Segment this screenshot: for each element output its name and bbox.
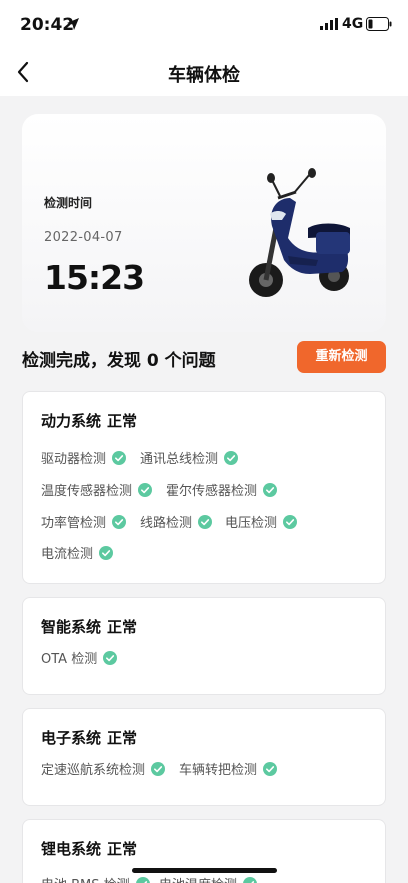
status-bar: 20:42 4G bbox=[0, 0, 408, 50]
system-card-power: 动力系统 正常 驱动器检测 通讯总线检测 温度传感器检测 霍尔传感器检测 功率管检… bbox=[22, 391, 386, 584]
system-status: 正常 bbox=[107, 729, 138, 747]
check-circle-icon bbox=[103, 650, 118, 665]
check-item: 电压检测 bbox=[225, 512, 298, 531]
check-item: 定速巡航系统检测 bbox=[41, 759, 166, 778]
system-title: 动力系统 正常 bbox=[41, 410, 137, 431]
check-item-label: 车辆转把检测 bbox=[179, 763, 258, 778]
system-name: 锂电系统 bbox=[41, 840, 102, 858]
check-item: 线路检测 bbox=[140, 512, 213, 531]
system-name: 动力系统 bbox=[41, 412, 102, 430]
check-item: 驱动器检测 bbox=[41, 448, 127, 467]
check-circle-icon bbox=[151, 761, 166, 776]
inspection-date: 2022-04-07 bbox=[44, 230, 123, 245]
check-circle-icon bbox=[135, 876, 150, 883]
check-item: OTA 检测 bbox=[41, 648, 118, 667]
system-name: 电子系统 bbox=[41, 729, 102, 747]
check-item-label: 驱动器检测 bbox=[41, 452, 107, 467]
check-circle-icon bbox=[263, 482, 278, 497]
network-label: 4G bbox=[342, 16, 364, 32]
check-circle-icon bbox=[112, 450, 127, 465]
system-status: 正常 bbox=[107, 840, 138, 858]
check-item: 电流检测 bbox=[41, 543, 114, 562]
check-item-label: 定速巡航系统检测 bbox=[41, 763, 146, 778]
check-item-label: OTA 检测 bbox=[41, 652, 98, 667]
redetect-button[interactable]: 重新检测 bbox=[297, 341, 386, 373]
check-circle-icon bbox=[138, 482, 153, 497]
home-indicator[interactable] bbox=[132, 868, 277, 873]
check-item-label: 功率管检测 bbox=[41, 516, 107, 531]
check-item-label: 电池温度检测 bbox=[159, 874, 237, 883]
check-circle-icon bbox=[283, 514, 298, 529]
scooter-image bbox=[249, 168, 350, 297]
check-circle-icon bbox=[198, 514, 213, 529]
system-title: 电子系统 正常 bbox=[41, 727, 137, 748]
location-arrow-icon bbox=[67, 18, 79, 30]
check-item: 车辆转把检测 bbox=[179, 759, 278, 778]
check-item-label: 通讯总线检测 bbox=[140, 452, 219, 467]
system-status: 正常 bbox=[107, 618, 138, 636]
system-name: 智能系统 bbox=[41, 618, 102, 636]
inspection-time: 15:23 bbox=[44, 258, 145, 297]
check-item-label: 霍尔传感器检测 bbox=[166, 484, 258, 499]
check-item: 温度传感器检测 bbox=[41, 480, 153, 499]
check-item: 霍尔传感器检测 bbox=[166, 480, 278, 499]
check-circle-icon bbox=[224, 450, 239, 465]
check-circle-icon bbox=[263, 761, 278, 776]
check-item: 电池 BMS 检测 bbox=[41, 874, 150, 883]
system-card-battery: 锂电系统正常 电池 BMS 检测 电池温度检测 bbox=[22, 819, 386, 883]
system-title: 锂电系统 正常 bbox=[41, 838, 137, 859]
page-title: 车辆体检 bbox=[168, 65, 240, 86]
check-circle-icon bbox=[112, 514, 127, 529]
check-item-label: 电流检测 bbox=[41, 547, 94, 562]
check-circle-icon bbox=[99, 545, 114, 560]
check-item-label: 温度传感器检测 bbox=[41, 484, 133, 499]
nav-bar: 车辆体检 bbox=[0, 50, 408, 96]
check-item-label: 电压检测 bbox=[225, 516, 278, 531]
system-title: 智能系统 正常 bbox=[41, 616, 137, 637]
check-item-label: 电池 BMS 检测 bbox=[41, 874, 130, 883]
check-circle-icon bbox=[243, 876, 257, 883]
system-card-electronic: 电子系统 正常 定速巡航系统检测 车辆转把检测 bbox=[22, 708, 386, 806]
inspection-hero-card: 检测时间 2022-04-07 15:23 bbox=[22, 114, 386, 332]
check-item: 功率管检测 bbox=[41, 512, 127, 531]
check-item-label: 线路检测 bbox=[140, 516, 193, 531]
inspection-summary: 检测完成，发现 0 个问题 bbox=[22, 351, 216, 371]
inspection-time-label: 检测时间 bbox=[44, 196, 93, 210]
system-status: 正常 bbox=[107, 412, 138, 430]
system-card-smart: 智能系统 正常 OTA 检测 bbox=[22, 597, 386, 695]
check-item: 通讯总线检测 bbox=[140, 448, 239, 467]
battery-icon bbox=[366, 17, 392, 31]
check-item: 电池温度检测 bbox=[159, 874, 257, 883]
signal-icon bbox=[320, 18, 338, 30]
